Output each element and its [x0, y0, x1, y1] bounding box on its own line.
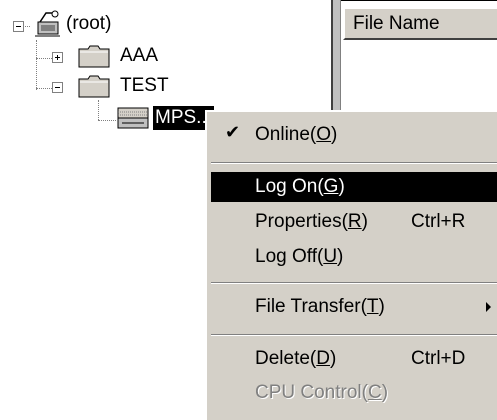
menu-separator [211, 162, 497, 164]
menu-item-label: Log On(G) [255, 176, 345, 197]
menu-item-shortcut: Ctrl+R [411, 211, 466, 232]
tree-item-label: AAA [120, 45, 159, 66]
menu-separator [211, 282, 497, 284]
collapse-toggle-root[interactable] [13, 21, 24, 32]
menu-separator [211, 334, 497, 336]
context-menu: ✔ Online(O) Log On(G) Properties(R) Ctrl… [205, 110, 497, 420]
menu-item-label: Delete(D) [255, 348, 337, 369]
expand-toggle-aaa[interactable] [52, 52, 63, 63]
folder-icon [78, 45, 110, 68]
menu-item-label: Online(O) [255, 124, 338, 145]
menu-item-log-on[interactable]: Log On(G) [211, 172, 497, 202]
tree-item-root[interactable]: (root) [64, 10, 113, 38]
menu-item-properties[interactable]: Properties(R) Ctrl+R [211, 207, 497, 237]
menu-item-log-off[interactable]: Log Off(U) [211, 242, 497, 272]
menu-item-label: Log Off(U) [255, 246, 344, 267]
collapse-toggle-test[interactable] [52, 82, 63, 93]
menu-item-label: File Transfer(T) [255, 296, 385, 317]
tree-item-label: (root) [66, 13, 112, 34]
checkmark-icon: ✔ [225, 122, 241, 142]
tree-item-aaa[interactable]: AAA [118, 42, 160, 70]
plc-device-icon [117, 107, 149, 129]
tree-connector [36, 40, 37, 90]
menu-item-file-transfer[interactable]: File Transfer(T) [211, 292, 497, 322]
menu-item-online[interactable]: ✔ Online(O) [211, 120, 497, 150]
submenu-arrow-icon [486, 302, 491, 312]
folder-icon [78, 75, 110, 98]
tree-item-test[interactable]: TEST [118, 72, 171, 100]
menu-item-shortcut: Ctrl+D [411, 348, 466, 369]
menu-item-delete[interactable]: Delete(D) Ctrl+D [211, 344, 497, 374]
menu-item-cpu-control[interactable]: CPU Control(C) [211, 378, 497, 408]
menu-item-label: CPU Control(C) [255, 382, 389, 403]
column-header-file-name[interactable]: File Name [343, 7, 497, 40]
menu-item-label: Properties(R) [255, 211, 368, 232]
network-root-icon [35, 10, 60, 37]
column-header-label: File Name [353, 13, 440, 34]
tree-connector [98, 100, 99, 120]
tree-item-label: TEST [120, 75, 169, 96]
tree-connector [98, 120, 116, 121]
